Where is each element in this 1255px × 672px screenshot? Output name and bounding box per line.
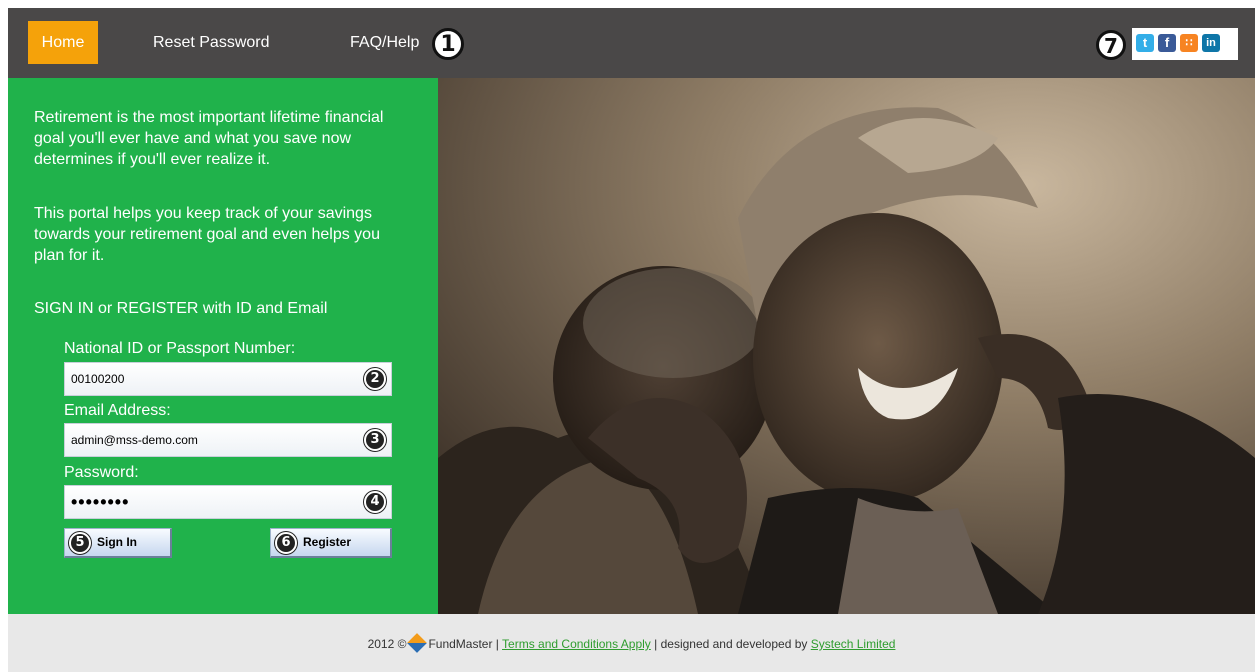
- national-id-input[interactable]: [64, 362, 392, 396]
- annotation-marker-3: 3: [364, 429, 386, 451]
- linkedin-icon[interactable]: in: [1202, 34, 1220, 52]
- hero-photo-elderly-couple: [438, 78, 1255, 614]
- email-input[interactable]: [64, 423, 392, 457]
- social-links: t f ∷ in: [1132, 28, 1238, 60]
- top-navigation-bar: Home Reset Password FAQ/Help 1 7 t f ∷ i…: [8, 8, 1255, 78]
- annotation-marker-5: 5: [69, 532, 91, 554]
- footer-text: 2012 © FundMaster | Terms and Conditions …: [8, 633, 1255, 653]
- footer-brand: FundMaster |: [428, 637, 499, 651]
- systech-link[interactable]: Systech Limited: [811, 637, 896, 651]
- twitter-icon[interactable]: t: [1136, 34, 1154, 52]
- intro-paragraph-2: This portal helps you keep track of your…: [34, 205, 380, 264]
- nav-faq-help-link[interactable]: FAQ/Help: [350, 21, 419, 64]
- sign-in-label: Sign In: [97, 535, 137, 549]
- nav-home-tab[interactable]: Home: [28, 21, 98, 64]
- sign-in-button[interactable]: 5 Sign In: [64, 528, 172, 558]
- footer: 2012 © FundMaster | Terms and Conditions …: [8, 614, 1255, 672]
- national-id-label: National ID or Passport Number:: [64, 340, 296, 357]
- facebook-icon[interactable]: f: [1158, 34, 1176, 52]
- password-input[interactable]: ••••••••: [64, 485, 392, 519]
- login-panel: Retirement is the most important lifetim…: [8, 78, 438, 614]
- rss-icon[interactable]: ∷: [1180, 34, 1198, 52]
- nav-reset-password-link[interactable]: Reset Password: [153, 21, 270, 64]
- register-button[interactable]: 6 Register: [270, 528, 392, 558]
- page: Home Reset Password FAQ/Help 1 7 t f ∷ i…: [0, 0, 1255, 672]
- signin-heading: SIGN IN or REGISTER with ID and Email: [34, 300, 328, 317]
- annotation-marker-2: 2: [364, 368, 386, 390]
- annotation-marker-7: 7: [1096, 30, 1126, 60]
- annotation-marker-1: 1: [432, 28, 464, 60]
- annotation-marker-6: 6: [275, 532, 297, 554]
- password-label: Password:: [64, 464, 139, 481]
- fundmaster-logo-icon: [407, 633, 428, 653]
- footer-middle-text: | designed and developed by: [654, 637, 808, 651]
- email-label: Email Address:: [64, 402, 171, 419]
- annotation-marker-4: 4: [364, 491, 386, 513]
- terms-link[interactable]: Terms and Conditions Apply: [502, 637, 651, 651]
- intro-paragraph-1: Retirement is the most important lifetim…: [34, 109, 384, 168]
- register-label: Register: [303, 535, 352, 549]
- footer-copyright: 2012 ©: [367, 637, 407, 651]
- hero-photo-illustration: [438, 78, 1255, 614]
